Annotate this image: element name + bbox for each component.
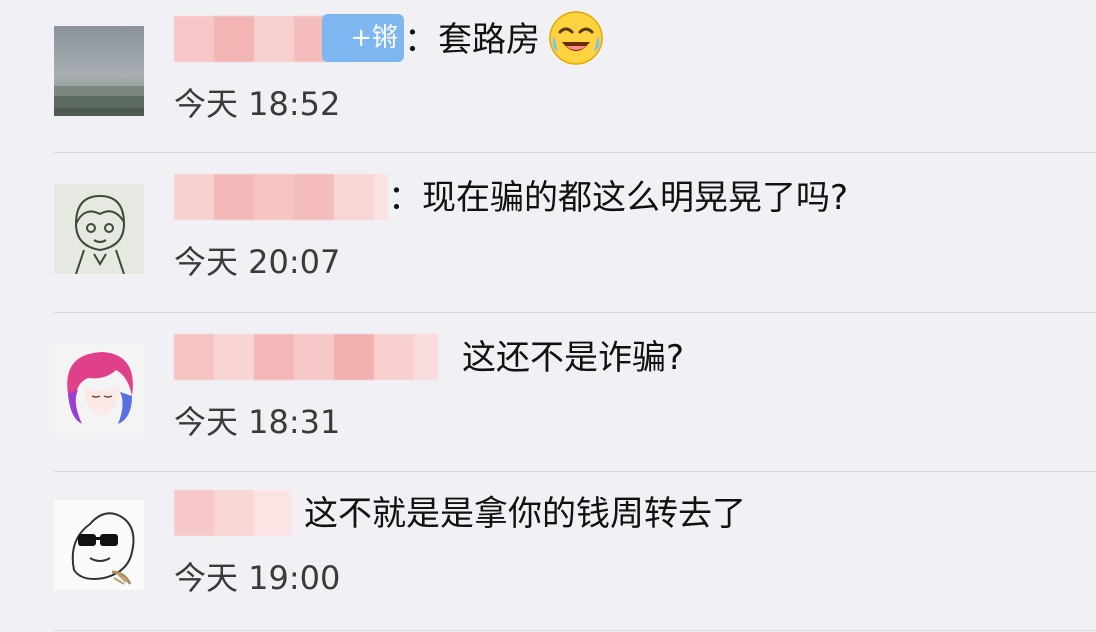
- avatar[interactable]: [54, 26, 144, 116]
- comment-item[interactable]: 这不就是是拿你的钱周转去了 今天 19:00: [0, 474, 1096, 632]
- avatar[interactable]: [54, 184, 144, 274]
- divider: [54, 152, 1096, 153]
- divider: [54, 312, 1096, 313]
- comment-time: 今天 18:31: [174, 403, 341, 441]
- comment-time: 今天 19:00: [174, 559, 341, 597]
- comment-text: 这不就是是拿你的钱周转去了: [304, 494, 746, 534]
- comment-text: 这还不是诈骗?: [462, 338, 685, 378]
- comment-item[interactable]: +锵 ：套路房 今天 18:52: [0, 0, 1096, 158]
- username-blurred[interactable]: [174, 490, 292, 536]
- username-blurred[interactable]: [174, 174, 388, 220]
- comment-separator: ：: [388, 178, 422, 218]
- divider: [54, 471, 1096, 472]
- avatar[interactable]: [54, 344, 144, 434]
- comment-time: 今天 20:07: [174, 243, 341, 281]
- comment-time: 今天 18:52: [174, 85, 341, 123]
- fan-badge: +锵: [322, 14, 404, 62]
- comment-item[interactable]: ：现在骗的都这么明晃晃了吗? 今天 20:07: [0, 158, 1096, 316]
- avatar[interactable]: [54, 500, 144, 590]
- divider: [54, 630, 1096, 631]
- username-blurred[interactable]: [174, 334, 438, 380]
- comment-text: 现在骗的都这么明晃晃了吗?: [422, 178, 849, 218]
- comment-separator: ：: [404, 20, 438, 60]
- comment-list: +锵 ：套路房 今天 18:52 ：现在骗的都这么明晃晃了吗? 今天 20:07…: [0, 0, 1096, 632]
- comment-text: 套路房: [438, 20, 540, 60]
- comment-item[interactable]: 这还不是诈骗? 今天 18:31: [0, 318, 1096, 476]
- crying-laughing-emoji: [549, 11, 603, 65]
